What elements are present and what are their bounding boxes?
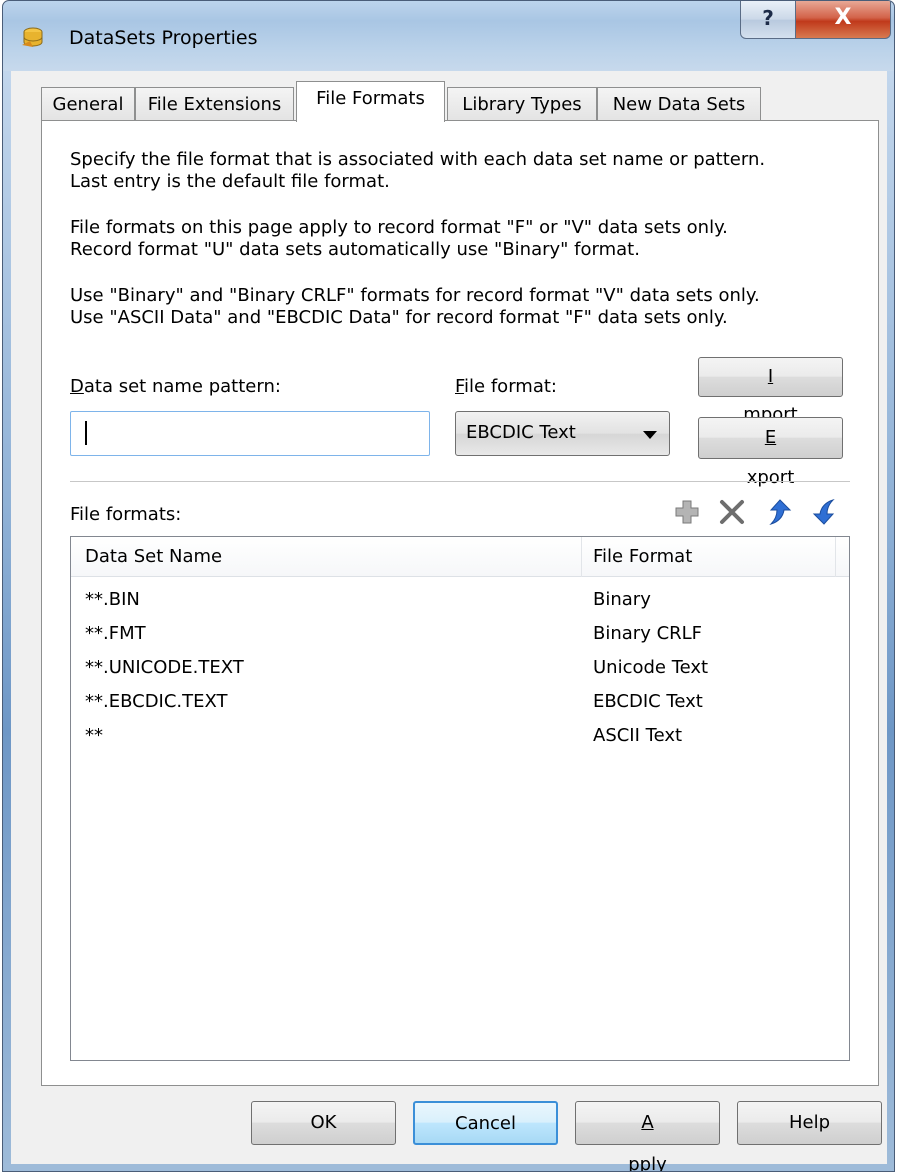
description-paragraph-3: Use "Binary" and "Binary CRLF" formats f… <box>70 285 850 329</box>
data-set-name-cell: ** <box>85 725 103 746</box>
data-set-name-cell: **.BIN <box>85 589 140 610</box>
datasets-app-icon <box>22 27 43 47</box>
list-item[interactable]: ** ASCII Text <box>71 719 849 753</box>
delete-icon[interactable] <box>717 497 747 527</box>
move-up-icon[interactable] <box>764 497 794 527</box>
list-item[interactable]: **.BIN Binary <box>71 583 849 617</box>
data-set-name-cell: **.UNICODE.TEXT <box>85 657 244 678</box>
export-mnemonic: E <box>764 427 777 448</box>
apply-button[interactable]: Apply <box>575 1101 720 1171</box>
ok-button[interactable]: OK <box>251 1101 396 1145</box>
list-header: Data Set Name File Format <box>71 537 849 577</box>
dropdown-arrow-icon <box>643 431 657 439</box>
list-item[interactable]: **.UNICODE.TEXT Unicode Text <box>71 651 849 685</box>
help-button[interactable]: Help <box>737 1101 882 1145</box>
file-format-label: File format: <box>455 376 557 397</box>
column-header-data-set-name[interactable]: Data Set Name <box>71 537 582 577</box>
apply-mnemonic: A <box>641 1112 654 1133</box>
list-item[interactable]: **.EBCDIC.TEXT EBCDIC Text <box>71 685 849 719</box>
description-paragraph-1: Specify the file format that is associat… <box>70 149 850 193</box>
import-mnemonic: I <box>767 366 774 387</box>
import-button[interactable]: Import <box>698 357 843 425</box>
dialog-client-area: General File Extensions File Formats Lib… <box>11 71 887 1171</box>
file-format-cell: Unicode Text <box>593 657 709 678</box>
description-line: Use "ASCII Data" and "EBCDIC Data" for r… <box>70 307 728 328</box>
close-button[interactable]: X <box>795 1 891 39</box>
description-line: File formats on this page apply to recor… <box>70 217 728 238</box>
column-header-file-format[interactable]: File Format <box>582 537 836 577</box>
data-set-name-cell: **.FMT <box>85 623 146 644</box>
close-icon: X <box>834 5 852 30</box>
context-help-button[interactable]: ? <box>740 1 796 39</box>
data-set-name-cell: **.EBCDIC.TEXT <box>85 691 228 712</box>
pattern-label-text: ata set name pattern: <box>83 376 281 397</box>
list-item[interactable]: **.FMT Binary CRLF <box>71 617 849 651</box>
file-format-select[interactable]: EBCDIC Text <box>455 411 670 456</box>
description-line: Specify the file format that is associat… <box>70 149 766 170</box>
window-frame-right <box>886 71 894 1171</box>
export-button-label: Export <box>699 418 842 498</box>
file-format-cell: ASCII Text <box>593 725 683 746</box>
text-caret <box>85 421 87 445</box>
move-down-icon[interactable] <box>810 497 840 527</box>
file-formats-list-label: File formats: <box>70 504 182 525</box>
tab-file-formats[interactable]: File Formats <box>296 81 445 122</box>
pattern-label-mnemonic: D <box>70 376 84 397</box>
file-formats-list[interactable]: Data Set Name File Format **.BIN Binary … <box>70 536 850 1061</box>
separator-line <box>70 481 850 482</box>
file-format-cell: EBCDIC Text <box>593 691 703 712</box>
window-title: DataSets Properties <box>69 27 258 49</box>
apply-text: pply <box>628 1154 667 1172</box>
file-format-label-mnemonic: F <box>455 376 465 397</box>
file-formats-panel: Specify the file format that is associat… <box>41 120 879 1086</box>
file-format-cell: Binary <box>593 589 651 610</box>
pattern-input[interactable] <box>70 411 430 456</box>
export-button[interactable]: Export <box>698 417 843 488</box>
tab-general[interactable]: General <box>41 87 135 121</box>
help-question-icon: ? <box>762 6 774 30</box>
pattern-label: Data set name pattern: <box>70 376 281 397</box>
tab-file-extensions[interactable]: File Extensions <box>135 87 294 121</box>
cancel-button[interactable]: Cancel <box>413 1101 558 1145</box>
tab-library-types[interactable]: Library Types <box>447 87 597 121</box>
window-frame-left <box>3 71 11 1171</box>
dialog-window: DataSets Properties ? X General File Ext… <box>2 0 895 1172</box>
file-format-label-text: ile format: <box>464 376 557 397</box>
title-bar[interactable]: DataSets Properties ? X <box>3 1 894 71</box>
window-frame-bottom <box>3 1163 894 1171</box>
description-paragraph-2: File formats on this page apply to recor… <box>70 217 850 261</box>
file-format-selected: EBCDIC Text <box>466 422 576 443</box>
export-text: xport <box>746 467 795 488</box>
tab-new-data-sets[interactable]: New Data Sets <box>597 87 761 121</box>
add-icon[interactable] <box>672 497 702 527</box>
description-line: Use "Binary" and "Binary CRLF" formats f… <box>70 285 760 306</box>
description-line: Last entry is the default file format. <box>70 171 390 192</box>
description-line: Record format "U" data sets automaticall… <box>70 239 640 260</box>
file-format-cell: Binary CRLF <box>593 623 703 644</box>
